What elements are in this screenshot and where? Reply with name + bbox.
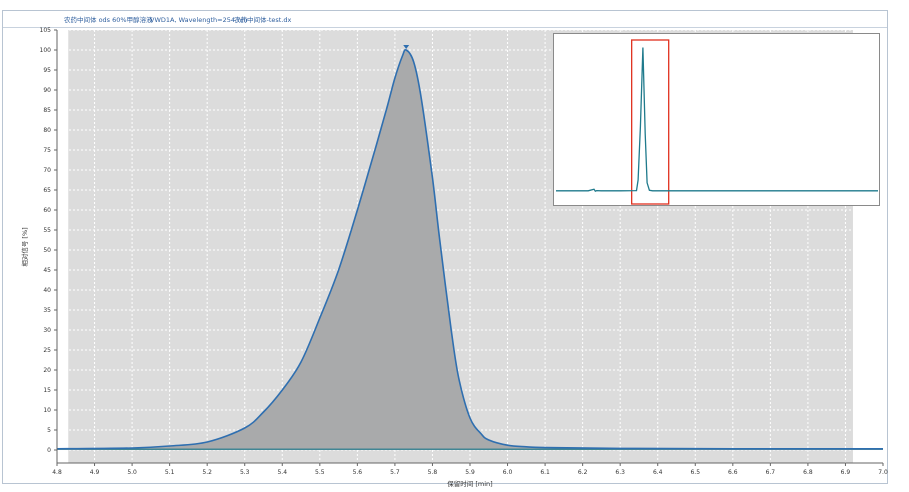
x-tick-label: 5.3 bbox=[240, 469, 250, 476]
y-tick-label: 100 bbox=[40, 47, 52, 54]
x-axis-label: 保留时间 [min] bbox=[447, 479, 492, 488]
y-tick-label: 75 bbox=[43, 147, 51, 154]
y-tick-label: 35 bbox=[43, 307, 51, 314]
x-tick-label: 5.1 bbox=[165, 469, 175, 476]
y-tick-label: 40 bbox=[43, 287, 51, 294]
inset-frame bbox=[553, 33, 880, 206]
x-tick-label: 5.4 bbox=[277, 469, 287, 476]
x-tick-label: 7.0 bbox=[878, 469, 888, 476]
x-tick-label: 5.2 bbox=[202, 469, 212, 476]
x-tick-label: 4.9 bbox=[90, 469, 100, 476]
y-tick-label: 95 bbox=[43, 67, 51, 74]
y-tick-label: 70 bbox=[43, 167, 51, 174]
y-axis-label: 相对信号 [%] bbox=[20, 227, 29, 266]
y-tick-label: 30 bbox=[43, 327, 51, 334]
x-tick-label: 6.1 bbox=[540, 469, 550, 476]
y-tick-label: 50 bbox=[43, 247, 51, 254]
y-tick-label: 20 bbox=[43, 367, 51, 374]
y-tick-label: 0 bbox=[47, 447, 51, 454]
x-tick-label: 6.5 bbox=[690, 469, 700, 476]
x-tick-label: 6.9 bbox=[841, 469, 851, 476]
header-sample-name: 农药中间体 ods 60%甲醇溶液 bbox=[64, 15, 153, 24]
x-tick-label: 4.8 bbox=[52, 469, 62, 476]
y-tick-label: 60 bbox=[43, 207, 51, 214]
x-tick-label: 6.2 bbox=[578, 469, 588, 476]
y-tick-label: 25 bbox=[43, 347, 51, 354]
x-tick-label: 5.9 bbox=[465, 469, 475, 476]
y-tick-label: 5 bbox=[47, 427, 51, 434]
header-detector-info: VWD1A, Wavelength=254 nm bbox=[150, 16, 248, 24]
y-tick-label: 10 bbox=[43, 407, 51, 414]
y-tick-label: 65 bbox=[43, 187, 51, 194]
overview-inset bbox=[553, 33, 880, 206]
x-tick-label: 6.0 bbox=[503, 469, 513, 476]
y-tick-label: 55 bbox=[43, 227, 51, 234]
chromatogram-chart: 农药中间体 ods 60%甲醇溶液 VWD1A, Wavelength=254 … bbox=[2, 10, 888, 488]
x-tick-label: 5.5 bbox=[315, 469, 325, 476]
x-tick-label: 5.7 bbox=[390, 469, 400, 476]
y-tick-label: 15 bbox=[43, 387, 51, 394]
y-tick-label: 105 bbox=[40, 27, 52, 34]
y-tick-label: 45 bbox=[43, 267, 51, 274]
x-tick-label: 5.8 bbox=[428, 469, 438, 476]
y-tick-label: 80 bbox=[43, 127, 51, 134]
x-tick-label: 5.0 bbox=[127, 469, 137, 476]
y-tick-label: 90 bbox=[43, 87, 51, 94]
x-tick-label: 6.8 bbox=[803, 469, 813, 476]
header-file-name: 农药中间体-test.dx bbox=[234, 15, 292, 24]
x-tick-label: 6.6 bbox=[728, 469, 738, 476]
x-tick-label: 6.4 bbox=[653, 469, 663, 476]
x-tick-label: 6.7 bbox=[766, 469, 776, 476]
x-tick-label: 6.3 bbox=[615, 469, 625, 476]
y-tick-label: 85 bbox=[43, 107, 51, 114]
x-tick-label: 5.6 bbox=[353, 469, 363, 476]
